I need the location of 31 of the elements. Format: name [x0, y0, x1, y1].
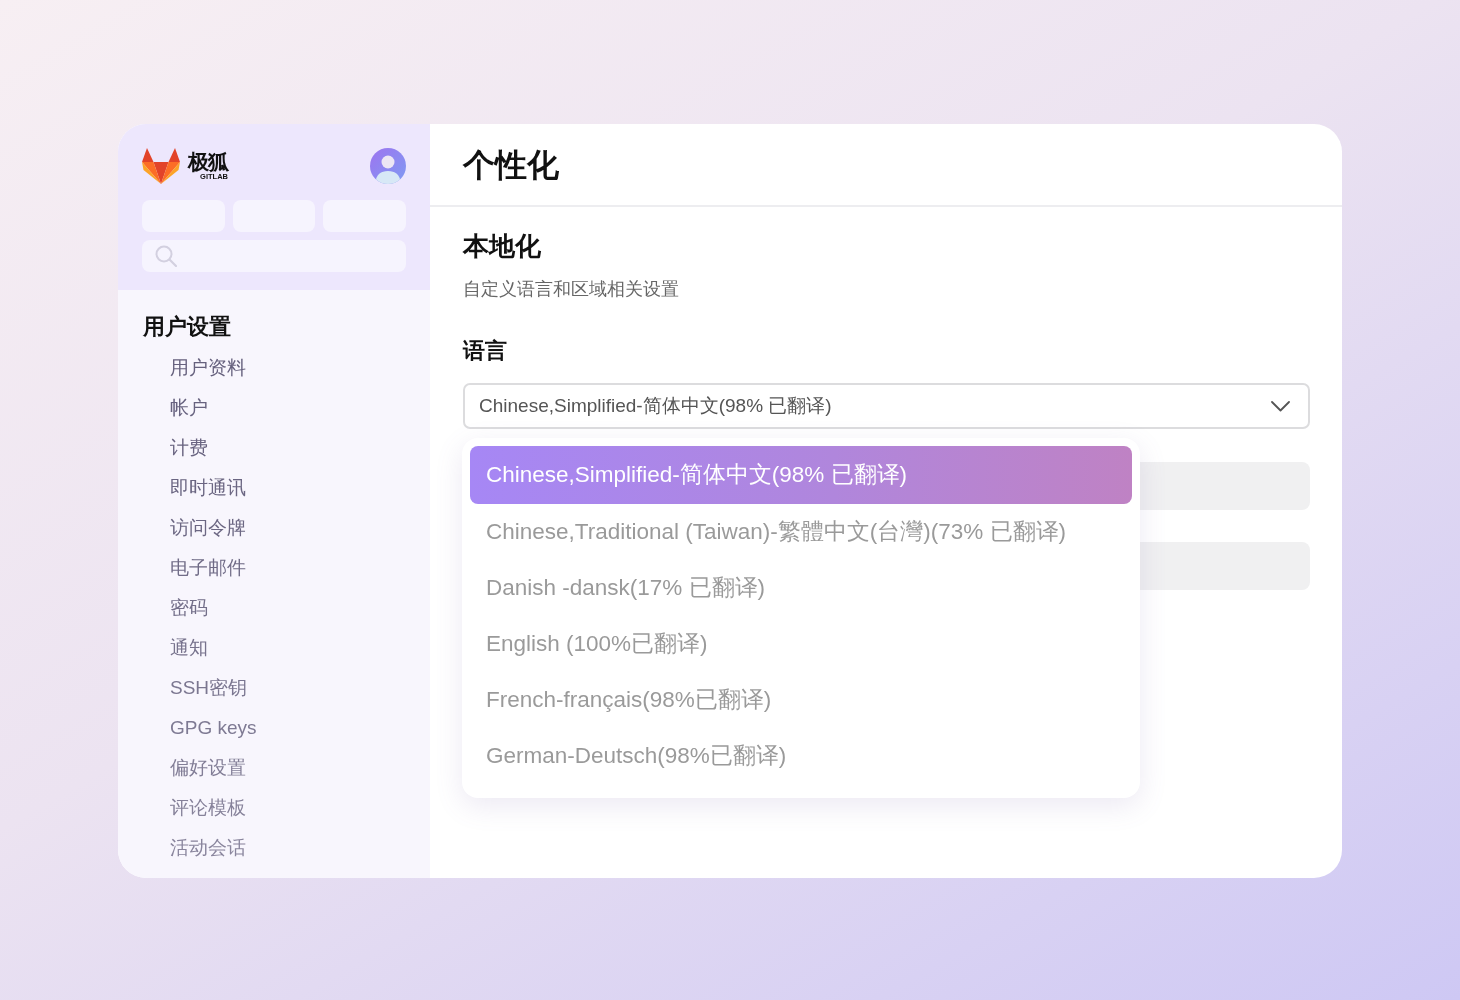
dropdown-option[interactable]: Chinese,Simplified-简体中文(98% 已翻译): [470, 446, 1132, 504]
sidebar-item[interactable]: 密码: [143, 588, 208, 628]
dropdown-option[interactable]: English (100%已翻译): [470, 616, 1132, 672]
page-title: 个性化: [463, 145, 559, 185]
dropdown-option[interactable]: German-Deutsch(98%已翻译): [470, 728, 1132, 784]
sidebar-item[interactable]: 即时通讯: [143, 468, 246, 508]
sidebar-item[interactable]: 评论模板: [143, 788, 246, 828]
fox-logo-icon: [142, 148, 180, 184]
sidebar-item[interactable]: 电子邮件: [143, 548, 246, 588]
sidebar-item[interactable]: 用户资料: [143, 348, 246, 388]
chevron-down-icon: [1271, 400, 1290, 412]
avatar-icon[interactable]: [370, 148, 406, 184]
sidebar-item[interactable]: 偏好设置: [143, 748, 246, 788]
dropdown-option[interactable]: Danish -dansk(17% 已翻译): [470, 560, 1132, 616]
sidebar-item[interactable]: GPG keys: [143, 708, 257, 748]
sidebar-item[interactable]: 计费: [143, 428, 208, 468]
section-description: 自定义语言和区域相关设置: [463, 278, 680, 301]
sidebar-heading: 用户设置: [143, 313, 232, 341]
logo-text: 极狐: [188, 151, 228, 172]
search-field[interactable]: [142, 240, 406, 272]
sidebar-item[interactable]: 帐户: [143, 388, 208, 428]
field-label: 语言: [463, 337, 508, 365]
section-title: 本地化: [463, 230, 542, 263]
sidebar-item[interactable]: 通知: [143, 628, 208, 668]
dropdown-option[interactable]: Chinese,Traditional (Taiwan)-繁體中文(台灣)(73% 已翻译): [470, 504, 1132, 560]
sidebar-item[interactable]: 访问令牌: [143, 508, 246, 548]
language-select[interactable]: Chinese,Simplified-简体中文(98% 已翻译): [463, 383, 1310, 429]
sidebar-item[interactable]: SSH密钥: [143, 668, 248, 708]
dropdown-option[interactable]: French-français(98%已翻译): [470, 672, 1132, 728]
search-icon: [155, 245, 177, 267]
sidebar-item[interactable]: 活动会话: [143, 828, 246, 868]
